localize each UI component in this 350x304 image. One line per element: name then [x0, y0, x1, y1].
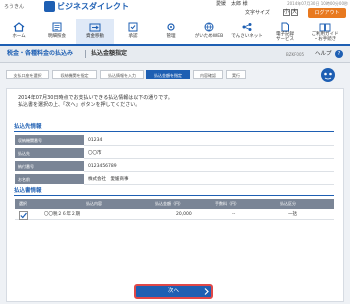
step-input-info: 払込情報を入力: [100, 70, 144, 79]
title-separator: [85, 50, 86, 58]
payee-value: 0123456789: [84, 161, 334, 172]
payee-section-title: 払込先情報: [14, 124, 42, 130]
notice-text: 払込書を選択の上、「次へ」ボタンを押してください。: [18, 102, 141, 108]
col-select: 選択: [19, 201, 27, 206]
mascot-icon: [321, 68, 335, 82]
step-specify-institution: 収納機関を指定: [52, 70, 97, 79]
logo: ビジネスダイレクト: [57, 2, 129, 11]
step-confirm: 内容確認: [193, 70, 223, 79]
col-content: 払込内容: [86, 201, 102, 206]
nav-approval[interactable]: 承認: [114, 19, 152, 44]
nav-statements[interactable]: 明細照会: [38, 19, 76, 44]
section-rule: [14, 195, 334, 196]
nav-label: 管理: [166, 34, 176, 39]
notice-text: 2014年07月30日時点でお支払いできる払込情報は以下の通りです。: [18, 95, 173, 101]
logout-button[interactable]: ログアウト: [308, 8, 346, 18]
help-icon[interactable]: ?: [335, 50, 343, 58]
bill-content: 〇〇税２６年２期: [44, 212, 80, 217]
network-icon: [242, 23, 252, 31]
section-rule: [14, 131, 334, 132]
payee-value: 株式会社 愛媛商事: [84, 174, 334, 185]
col-category: 払込区分: [280, 201, 296, 206]
bill-amount: 20,000: [176, 212, 192, 217]
nav-management[interactable]: 管理: [152, 19, 190, 44]
nav-transfer[interactable]: 資金移動: [76, 19, 114, 44]
approval-icon: [128, 22, 138, 32]
nav-label: でんさいネット: [231, 34, 263, 39]
col-fee: 手数料（円）: [215, 201, 239, 206]
nav-e-record-service[interactable]: 電子記録 サービス: [266, 19, 304, 44]
page-title: 税金・各種料金の払込み: [7, 50, 74, 57]
step-select-account: 支払口座を選択: [6, 70, 49, 79]
nav-label: ホーム: [12, 34, 26, 39]
nav-gaitame-web[interactable]: がいためWEB: [190, 19, 228, 44]
globe-icon: [204, 22, 214, 32]
payee-key: 払込先: [15, 148, 84, 159]
bill-section-title: 払込書情報: [14, 188, 42, 194]
payee-key: 収納機関番号: [15, 135, 84, 146]
nav-label: 電子記録 サービス: [276, 32, 294, 42]
page-subtitle: 払込金額指定: [91, 50, 128, 57]
row-select-checkbox[interactable]: [19, 211, 28, 220]
bill-fee: --: [232, 212, 236, 217]
nav-user-guide[interactable]: ご利用ガイド ・お手続き: [306, 19, 344, 44]
logo-badge: ろうきん: [4, 4, 25, 10]
payee-value: 01234: [84, 135, 334, 146]
payee-value: 〇〇市: [84, 148, 334, 159]
payee-key: お名前: [15, 174, 84, 185]
logo-mark-icon: [44, 1, 55, 12]
payee-key: 納付番号: [15, 161, 84, 172]
document-icon: [281, 22, 289, 32]
help-link[interactable]: ヘルプ: [315, 50, 332, 58]
nav-label: 承認: [128, 34, 138, 39]
nav-label: ご利用ガイド ・お手続き: [311, 32, 339, 42]
next-button[interactable]: 次へ: [134, 284, 213, 299]
guide-icon: [319, 23, 331, 32]
chevron-right-icon: [204, 288, 209, 295]
col-amount: 払込金額（円）: [155, 201, 183, 206]
nav-label: がいためWEB: [194, 34, 224, 39]
nav-home[interactable]: ホーム: [0, 19, 38, 44]
font-size-small-button[interactable]: 小: [283, 9, 290, 16]
transfer-icon: [89, 23, 101, 32]
nav-label: 資金移動: [86, 34, 104, 39]
font-size-label: 文字サイズ: [245, 10, 270, 16]
list-icon: [52, 22, 62, 32]
font-size-large-button[interactable]: 大: [291, 9, 298, 16]
step-execute: 実行: [226, 70, 246, 79]
gear-icon: [167, 23, 175, 31]
nav-densai-net[interactable]: でんさいネット: [228, 19, 266, 44]
home-icon: [13, 22, 25, 32]
screen-id: BZKF005: [286, 52, 305, 57]
bill-category: 一括: [288, 212, 297, 217]
last-login: 2014年07月30日 10時00分00秒: [287, 1, 348, 6]
step-specify-amount: 払込金額を指定: [146, 70, 190, 79]
nav-label: 明細照会: [48, 34, 66, 39]
